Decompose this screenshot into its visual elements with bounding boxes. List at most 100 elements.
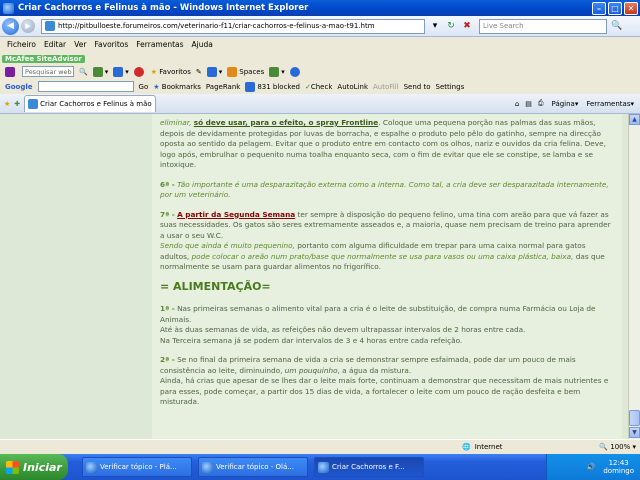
bookmarks-button[interactable]: ★ Bookmarks (153, 83, 201, 91)
start-button[interactable]: Iniciar (0, 454, 68, 480)
tab-criar-cachorros[interactable]: Criar Cachorros e Felinus à mão (24, 95, 157, 112)
google-logo: Google (5, 82, 33, 91)
menu-editar[interactable]: Editar (43, 40, 67, 49)
paragraph-spray: eliminar, só deve usar, para o efeito, o… (160, 118, 614, 171)
web-search-input[interactable]: Pesquisar web (22, 66, 74, 77)
people-icon[interactable]: ▾ (206, 66, 222, 77)
section-heading: = ALIMENTAÇÃO= (160, 279, 271, 293)
menu-ferramentas[interactable]: Ferramentas (135, 40, 184, 49)
a1-line3: Na Terceira semana já se podem dar inter… (160, 335, 463, 345)
item-6-number: 6ª - (160, 179, 175, 189)
title-bar: Criar Cachorros e Felinus à mão - Window… (0, 0, 640, 16)
frontline-text: só deve usar, para o efeito, o spray Fro… (193, 118, 379, 127)
item-6-text: Tão importante é uma desparazitação exte… (160, 179, 609, 200)
menu-bar: Ficheiro Editar Ver Favoritos Ferramenta… (0, 37, 640, 52)
autofill-button[interactable]: AutoFill (373, 83, 399, 91)
start-label: Iniciar (23, 460, 62, 474)
windows-flag-icon (6, 460, 19, 474)
menu-ficheiro[interactable]: Ficheiro (6, 40, 37, 49)
task-label: Verificar tópico - Plá... (100, 463, 177, 471)
paragraph-a1: 1ª - Nas primeiras semanas o alimento vi… (160, 304, 614, 346)
bookmarks-label: Bookmarks (161, 82, 201, 91)
live-search-input[interactable]: Live Search (479, 18, 607, 34)
spaces-button[interactable]: Spaces (227, 66, 264, 77)
forum-post-body: eliminar, só deve usar, para o efeito, o… (152, 114, 622, 439)
item-7-number: 7ª - (160, 209, 175, 219)
go-label: Go (138, 82, 149, 91)
task-label: Criar Cachorros e F... (332, 463, 405, 471)
print-icon[interactable]: ⎙ (538, 99, 544, 108)
favoritos-label: Favoritos (159, 67, 191, 76)
scroll-up-button[interactable]: ▲ (629, 114, 640, 125)
pagina-menu[interactable]: Página▾ (552, 100, 579, 108)
feeds-icon[interactable]: ▤ (525, 100, 532, 108)
dropdown-arrow-icon[interactable]: ▾ (429, 20, 441, 32)
a2-italic: um pouquinho (284, 365, 338, 375)
send-to-button[interactable]: Send to (404, 83, 431, 91)
home-icon[interactable]: ⌂ (515, 100, 519, 108)
google-toolbar: Google Go ★ Bookmarks PageRank 831 block… (0, 79, 640, 94)
minimize-button[interactable]: – (592, 1, 606, 15)
ie-task-icon (318, 461, 329, 473)
scroll-down-button[interactable]: ▼ (629, 427, 640, 438)
spellcheck-button[interactable]: ✓ Check (305, 83, 332, 91)
taskbar-item-1[interactable]: Verificar tópico - Plá... (82, 457, 192, 477)
mcafee-siteadvisor-button[interactable]: McAfee SiteAdvisor (2, 55, 85, 63)
forward-button[interactable]: ▶ (21, 19, 35, 33)
add-favorites-icon[interactable]: ✚ (14, 100, 20, 108)
pencil-icon[interactable]: ✎ (196, 68, 202, 76)
google-go-button[interactable]: Go (139, 83, 149, 91)
vertical-scrollbar[interactable]: ▲ ▼ (628, 114, 640, 439)
taskbar: Iniciar Verificar tópico - Plá... Verifi… (0, 454, 640, 480)
zoom-control[interactable]: 🔍 100% ▾ (599, 443, 636, 451)
segunda-semana-link[interactable]: A partir da Segunda Semana (177, 210, 295, 219)
paragraph-6: 6ª - Tão importante é uma desparazitação… (160, 180, 614, 201)
taskbar-item-2[interactable]: Verificar tópico - Olá... (198, 457, 308, 477)
p1-prefix: eliminar, (160, 118, 192, 127)
address-field[interactable]: http://pitbulloeste.forumeiros.com/veter… (41, 18, 425, 34)
options-icon[interactable]: ▾ (92, 66, 108, 77)
mcafee-label: McAfee SiteAdvisor (5, 55, 82, 63)
ie-task-icon (86, 461, 97, 473)
globe-icon: 🌐 (462, 443, 471, 451)
ferramentas-menu[interactable]: Ferramentas▾ (586, 100, 634, 108)
menu-ver[interactable]: Ver (73, 40, 87, 49)
window-title: Criar Cachorros e Felinus à mão - Window… (18, 3, 309, 13)
search-icon[interactable]: 🔍 (611, 20, 623, 32)
toolbar-row-2: Pesquisar web 🔍 ▾ ▾ ★ Favoritos ✎ ▾ Spac… (0, 64, 640, 79)
send-to-label: Send to (403, 82, 431, 91)
status-bar: 🌐 Internet 🔍 100% ▾ (0, 439, 640, 454)
google-search-input[interactable] (37, 81, 134, 92)
autolink-button[interactable]: AutoLink (337, 83, 368, 91)
network-icon[interactable]: 🔊 (587, 463, 596, 471)
clock[interactable]: 12:43 domingo (603, 459, 634, 475)
favorites-star-icon[interactable]: ★ (4, 100, 10, 108)
pagerank-indicator[interactable]: PageRank (206, 83, 240, 91)
group-icon[interactable]: ▾ (269, 66, 285, 77)
task-label: Verificar tópico - Olá... (216, 463, 294, 471)
mail-icon[interactable]: ▾ (113, 66, 129, 77)
heart-icon[interactable] (133, 66, 146, 77)
search-go-icon[interactable]: 🔍 (79, 68, 88, 76)
popup-blocked-button[interactable]: 831 blocked (245, 81, 300, 92)
scroll-thumb[interactable] (629, 410, 640, 426)
a2-line2: Ainda, há crias que apesar de se lhes da… (160, 376, 609, 406)
web-content: eliminar, só deve usar, para o efeito, o… (0, 114, 628, 439)
ferramentas-label: Ferramentas (586, 99, 631, 108)
yahoo-icon[interactable] (5, 66, 17, 77)
back-button[interactable]: ◀ (2, 17, 19, 35)
tab-label: Criar Cachorros e Felinus à mão (40, 100, 152, 108)
menu-ajuda[interactable]: Ajuda (191, 40, 214, 49)
help-icon[interactable] (289, 66, 302, 77)
refresh-icon[interactable]: ↻ (445, 20, 457, 32)
web-search-placeholder: Pesquisar web (25, 67, 72, 76)
a1-text: Nas primeiras semanas o alimento vital p… (160, 304, 596, 324)
stop-icon[interactable]: ✖ (461, 20, 473, 32)
close-button[interactable]: ✕ (624, 1, 638, 15)
address-url: http://pitbulloeste.forumeiros.com/veter… (58, 22, 375, 30)
taskbar-item-3[interactable]: Criar Cachorros e F... (314, 457, 424, 477)
settings-button[interactable]: Settings (436, 83, 465, 91)
maximize-button[interactable]: □ (608, 1, 622, 15)
menu-favoritos[interactable]: Favoritos (93, 40, 129, 49)
favoritos-button[interactable]: ★ Favoritos (151, 68, 191, 76)
